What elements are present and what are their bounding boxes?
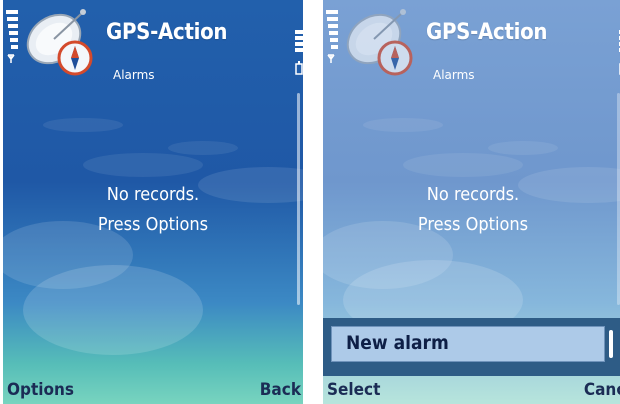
satellite-dish-icon xyxy=(26,9,93,76)
empty-message-line1: No records. xyxy=(426,184,520,205)
battery-icon xyxy=(295,30,303,75)
empty-message-line2: Press Options xyxy=(417,214,529,235)
view-title: Alarms xyxy=(433,68,475,82)
signal-strength-icon xyxy=(326,10,338,63)
back-softkey[interactable]: Back xyxy=(260,380,301,400)
app-title: GPS-Action xyxy=(106,20,228,45)
empty-message-line1: No records. xyxy=(106,184,200,205)
compass-icon xyxy=(57,40,93,76)
select-softkey[interactable]: Select xyxy=(327,380,380,400)
satellite-dish-icon xyxy=(346,9,413,76)
compass-icon xyxy=(377,40,413,76)
empty-state-message: No records. Press Options xyxy=(3,180,303,240)
alarms-screen-options-menu: GPS-Action Alarms No records. Press Opti… xyxy=(323,0,620,404)
options-popup-menu: New alarm xyxy=(323,318,620,376)
view-title: Alarms xyxy=(113,68,155,82)
empty-state-message: No records. Press Options xyxy=(323,180,620,240)
alarms-screen-empty: GPS-Action Alarms No records. Press Opti… xyxy=(3,0,303,404)
signal-strength-icon xyxy=(6,10,18,63)
new-alarm-label: New alarm xyxy=(346,332,449,354)
app-title: GPS-Action xyxy=(426,20,548,45)
cancel-softkey[interactable]: Cancel xyxy=(584,380,620,400)
new-alarm-menu-item[interactable]: New alarm xyxy=(331,326,605,362)
options-softkey[interactable]: Options xyxy=(7,380,74,400)
popup-scrollbar[interactable] xyxy=(609,330,613,358)
empty-message-line2: Press Options xyxy=(97,214,209,235)
